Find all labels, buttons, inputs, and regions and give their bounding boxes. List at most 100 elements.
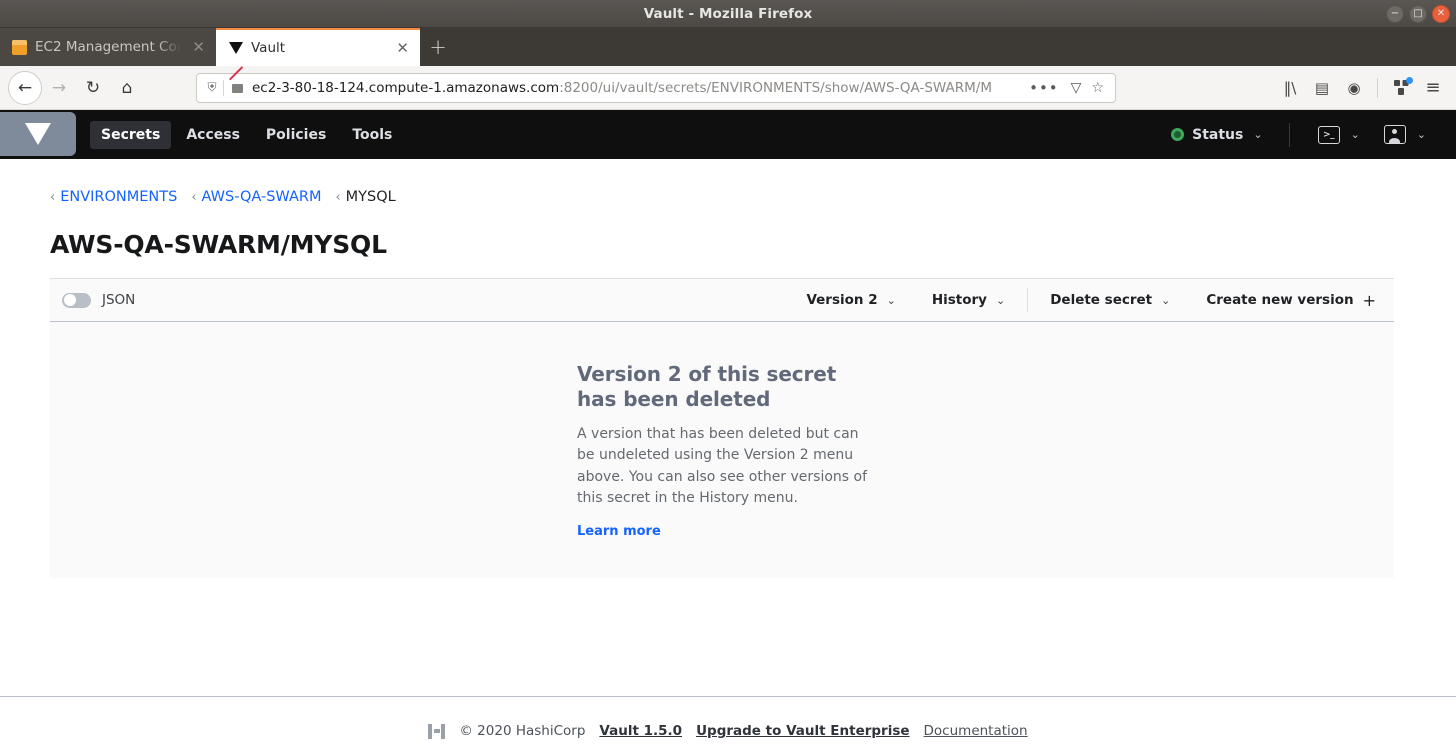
vault-nav-right: Status ⌄ >_ ⌄ ⌄ [1161, 122, 1456, 147]
page-body: ‹ ENVIRONMENTS ‹ AWS-QA-SWARM ‹ MYSQL AW… [0, 159, 1456, 747]
version-menu-button[interactable]: Version 2 ⌄ [788, 292, 913, 308]
vault-triangle-icon [228, 41, 243, 56]
extension-badge-dot [1406, 76, 1413, 84]
nav-item-access[interactable]: Access [175, 121, 251, 149]
new-tab-button[interactable]: + [420, 28, 456, 66]
close-tab-icon[interactable]: ✕ [393, 39, 412, 57]
browser-tab-ec2[interactable]: EC2 Management Console ✕ [0, 28, 216, 66]
tracking-shield-icon[interactable]: ⛨ [203, 80, 221, 95]
chevron-left-icon: ‹ [50, 189, 56, 205]
chevron-down-icon: ⌄ [1350, 128, 1360, 141]
chevron-down-icon: ⌄ [995, 293, 1006, 307]
browser-tabstrip: EC2 Management Console ✕ Vault ✕ + [0, 28, 1456, 66]
deleted-version-empty-state: Version 2 of this secret has been delete… [50, 322, 1394, 578]
vault-version-link[interactable]: Vault 1.5.0 [599, 723, 682, 739]
window-titlebar: Vault - Mozilla Firefox − □ ✕ [0, 0, 1456, 28]
delete-secret-button[interactable]: Delete secret ⌄ [1032, 292, 1188, 308]
vault-logo[interactable] [0, 111, 76, 156]
pocket-icon[interactable]: ▽ [1066, 80, 1087, 96]
back-button[interactable]: ← [8, 70, 42, 105]
plus-icon: + [1362, 290, 1376, 310]
documentation-link[interactable]: Documentation [924, 723, 1028, 739]
empty-state-title: Version 2 of this secret has been delete… [577, 361, 837, 411]
window-title: Vault - Mozilla Firefox [643, 5, 813, 22]
hashicorp-logo [428, 722, 446, 741]
footer-copyright: © 2020 HashiCorp [459, 723, 586, 739]
empty-state-body: A version that has been deleted but can … [577, 425, 868, 507]
nav-item-tools[interactable]: Tools [341, 121, 403, 149]
nav-divider [1288, 122, 1290, 147]
page-content: ‹ ENVIRONMENTS ‹ AWS-QA-SWARM ‹ MYSQL AW… [0, 159, 1456, 578]
chevron-down-icon: ⌄ [886, 293, 896, 307]
chevron-left-icon: ‹ [335, 189, 341, 205]
delete-secret-label: Delete secret [1050, 292, 1153, 308]
tab-title: Vault [251, 40, 286, 56]
console-icon: >_ [1317, 125, 1340, 144]
close-tab-icon[interactable]: ✕ [189, 38, 208, 56]
extensions-icon[interactable] [1386, 73, 1416, 103]
minimize-button[interactable]: − [1386, 5, 1404, 23]
vault-top-nav: Secrets Access Policies Tools Status ⌄ >… [0, 110, 1456, 159]
footer-content: © 2020 HashiCorp Vault 1.5.0 Upgrade to … [428, 722, 1028, 741]
create-new-version-label: Create new version [1206, 292, 1354, 308]
urlbar-divider [223, 79, 224, 96]
breadcrumb: ‹ ENVIRONMENTS ‹ AWS-QA-SWARM ‹ MYSQL [50, 159, 1394, 205]
breadcrumb-current-label: MYSQL [345, 189, 396, 205]
library-icon[interactable]: ‖\ [1275, 73, 1305, 103]
empty-state-content: Version 2 of this secret has been delete… [577, 362, 879, 539]
insecure-connection-icon[interactable] [230, 80, 245, 95]
breadcrumb-item-aws-qa-swarm[interactable]: ‹ AWS-QA-SWARM [191, 189, 321, 205]
json-toggle[interactable]: JSON [62, 292, 135, 308]
chevron-down-icon: ⌄ [1253, 128, 1263, 141]
sidebar-icon[interactable]: ▤ [1307, 73, 1337, 103]
breadcrumb-link[interactable]: ENVIRONMENTS [60, 189, 177, 205]
version-menu-label: Version 2 [806, 292, 878, 308]
nav-item-secrets[interactable]: Secrets [90, 120, 172, 149]
toolbar-divider [1377, 77, 1378, 98]
page-actions-icon[interactable]: ••• [1022, 79, 1066, 97]
breadcrumb-link[interactable]: AWS-QA-SWARM [202, 189, 322, 205]
home-button[interactable]: ⌂ [110, 71, 144, 105]
address-bar[interactable]: ⛨ ec2-3-80-18-124.compute-1.amazonaws.co… [196, 72, 1116, 103]
history-menu-label: History [931, 292, 987, 308]
secret-toolbar: JSON Version 2 ⌄ History ⌄ Delete secret… [50, 278, 1394, 322]
toolbar-actions: Version 2 ⌄ History ⌄ Delete secret ⌄ Cr… [788, 278, 1394, 322]
history-menu-button[interactable]: History ⌄ [914, 292, 1023, 308]
chevron-left-icon: ‹ [191, 189, 197, 205]
toolbar-divider [1027, 288, 1029, 312]
aws-cube-icon [12, 39, 27, 55]
upgrade-enterprise-link[interactable]: Upgrade to Vault Enterprise [696, 723, 909, 739]
chevron-down-icon: ⌄ [1161, 293, 1171, 307]
menu-icon[interactable]: ≡ [1418, 73, 1448, 103]
user-menu[interactable]: ⌄ [1372, 125, 1438, 144]
window-controls: − □ ✕ [1386, 0, 1450, 28]
user-icon [1383, 125, 1406, 144]
console-menu[interactable]: >_ ⌄ [1306, 125, 1372, 144]
browser-tab-vault[interactable]: Vault ✕ [216, 28, 420, 66]
vault-nav-items: Secrets Access Policies Tools [90, 120, 403, 149]
url-host: ec2-3-80-18-124.compute-1.amazonaws.com [252, 79, 560, 96]
create-new-version-button[interactable]: Create new version + [1188, 291, 1394, 310]
nav-item-policies[interactable]: Policies [255, 121, 337, 149]
maximize-button[interactable]: □ [1409, 5, 1427, 23]
json-toggle-switch[interactable] [62, 292, 91, 308]
json-toggle-label: JSON [102, 292, 136, 308]
page-title: AWS-QA-SWARM/MYSQL [50, 230, 387, 259]
status-label: Status [1192, 126, 1244, 143]
browser-navbar: ← → ↻ ⌂ ⛨ ec2-3-80-18-124.compute-1.amaz… [0, 66, 1456, 110]
status-menu[interactable]: Status ⌄ [1161, 127, 1272, 143]
status-indicator-icon [1171, 128, 1185, 141]
close-window-button[interactable]: ✕ [1432, 5, 1450, 23]
browser-toolbar-icons: ‖\ ▤ ◉ ≡ [1275, 73, 1448, 103]
reload-button[interactable]: ↻ [76, 71, 110, 105]
page-footer: © 2020 HashiCorp Vault 1.5.0 Upgrade to … [0, 696, 1456, 747]
chevron-down-icon: ⌄ [1416, 128, 1426, 141]
breadcrumb-item-environments[interactable]: ‹ ENVIRONMENTS [50, 189, 177, 205]
url-path: :8200/ui/vault/secrets/ENVIRONMENTS/show… [559, 79, 992, 96]
bookmark-star-icon[interactable]: ☆ [1086, 80, 1109, 96]
account-icon[interactable]: ◉ [1339, 73, 1369, 103]
forward-button: → [51, 77, 67, 98]
tab-title: EC2 Management Console [35, 39, 182, 55]
learn-more-link[interactable]: Learn more [577, 524, 661, 539]
breadcrumb-item-mysql: ‹ MYSQL [335, 189, 395, 205]
